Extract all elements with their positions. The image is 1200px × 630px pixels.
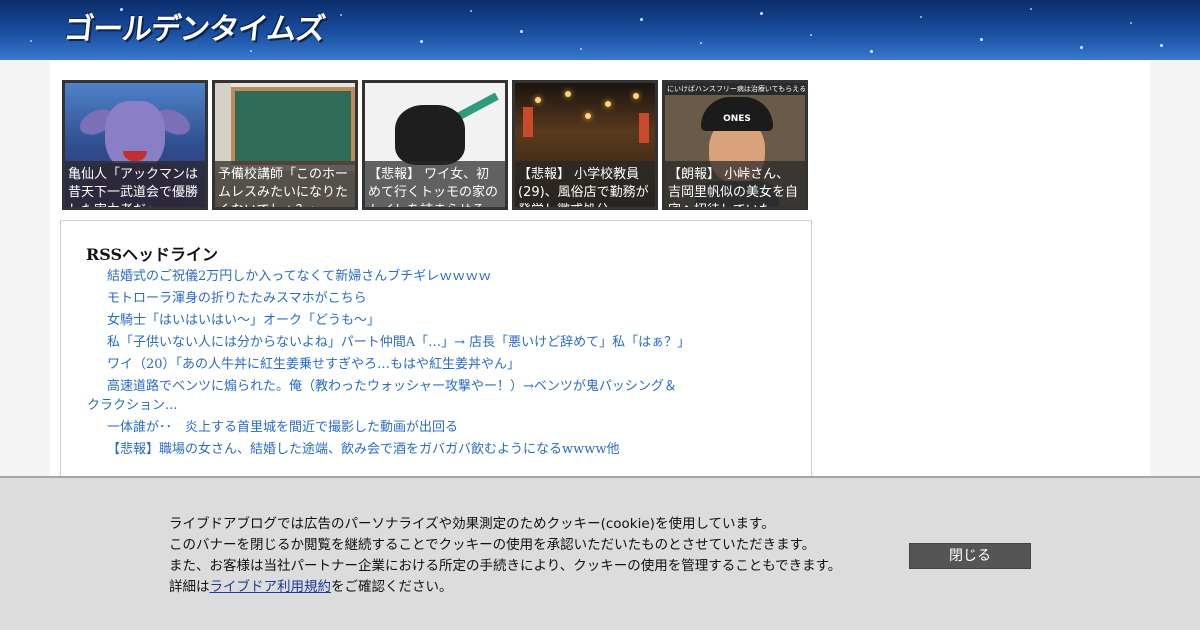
- rss-item-link[interactable]: 高速道路でベンツに煽られた。俺（教わったウォッシャー攻撃やー！）→ベンツが鬼パッ…: [87, 377, 687, 415]
- rss-title: RSSヘッドライン: [86, 245, 219, 264]
- rss-item-link[interactable]: 女騎士「はいはいはい～」オーク「どうも～」: [87, 311, 687, 330]
- site-header: ゴールデンタイムズ: [0, 0, 1200, 60]
- cookie-consent-banner: ライブドアブログでは広告のパーソナライズや効果測定のためクッキー(cookie)…: [0, 476, 1200, 630]
- thumbnail-article[interactable]: にいけばハンスフリー病は治療いてもらえる顔 ONES 【朗報】 小峠さん、吉岡里…: [662, 80, 808, 210]
- rss-item-link[interactable]: モトローラ渾身の折りたたみスマホがこちら: [87, 289, 687, 308]
- rss-item-link[interactable]: 一体誰が･･ 炎上する首里城を間近で撮影した動画が出回る: [87, 418, 687, 437]
- rss-item-link[interactable]: 私「子供いない人には分からないよね」パート仲間A「…」→ 店長「悪いけど辞めて」…: [87, 333, 690, 352]
- terms-link[interactable]: ライブドア利用規約: [210, 579, 332, 595]
- site-logo[interactable]: ゴールデンタイムズ: [62, 10, 327, 50]
- thumbnail-caption: 【悲報】 ワイ女、初めて行くトッモの家のトイレを詰まらせる: [365, 161, 505, 207]
- cookie-line-prefix: 詳細は: [169, 579, 210, 595]
- cookie-line: 詳細はライブドア利用規約をご確認ください。: [169, 577, 889, 598]
- cookie-line: このバナーを閉じるか閲覧を継続することでクッキーの使用を承認いただいたものとさせ…: [169, 537, 816, 553]
- cookie-line: また、お客様は当社パートナー企業における所定の手続きにより、クッキーの使用を管理…: [169, 558, 842, 574]
- thumbnail-article[interactable]: 予備校講師「このホームレスみたいになりたくないでしょ？」: [212, 80, 358, 210]
- cookie-line-suffix: をご確認ください。: [331, 579, 453, 595]
- thumbnail-article[interactable]: 【悲報】 小学校教員(29)、風俗店で勤務が発覚し懲戒処分: [512, 80, 658, 210]
- cookie-line: ライブドアブログでは広告のパーソナライズや効果測定のためクッキー(cookie)…: [169, 516, 775, 532]
- cap-text: ONES: [701, 97, 773, 131]
- thumbnail-caption: 【朗報】 小峠さん、吉岡里帆似の美女を自宅へ招待していた: [665, 161, 805, 207]
- rss-list: 結婚式のご祝儀2万円しか入ってなくて新婦さんブチギレｗｗｗｗ モトローラ渾身の折…: [87, 267, 690, 462]
- thumbnail-article[interactable]: 【悲報】 ワイ女、初めて行くトッモの家のトイレを詰まらせる: [362, 80, 508, 210]
- thumbnail-caption: 亀仙人「アックマンは昔天下一武道会で優勝した実力者だ」: [65, 161, 205, 207]
- thumbnail-banner-text: にいけばハンスフリー病は治療いてもらえる顔: [665, 83, 805, 95]
- rss-item-link[interactable]: ワイ（20）「あの人牛丼に紅生姜乗せすぎやろ…もはや紅生姜丼やん」: [87, 355, 687, 374]
- rss-item-link[interactable]: 結婚式のご祝儀2万円しか入ってなくて新婦さんブチギレｗｗｗｗ: [87, 267, 687, 286]
- thumbnail-caption: 予備校講師「このホームレスみたいになりたくないでしょ？」: [215, 161, 355, 207]
- rss-headline-box: RSSヘッドライン 結婚式のご祝儀2万円しか入ってなくて新婦さんブチギレｗｗｗｗ…: [60, 220, 812, 490]
- rss-item-link[interactable]: 【悲報】職場の女さん、結婚した途端、飲み会で酒をガバガバ飲むようになるwwww他: [87, 440, 687, 459]
- thumbnail-caption: 【悲報】 小学校教員(29)、風俗店で勤務が発覚し懲戒処分: [515, 161, 655, 207]
- thumbnail-article[interactable]: 亀仙人「アックマンは昔天下一武道会で優勝した実力者だ」: [62, 80, 208, 210]
- close-button[interactable]: 閉じる: [909, 543, 1031, 569]
- cookie-notice-text: ライブドアブログでは広告のパーソナライズや効果測定のためクッキー(cookie)…: [169, 514, 889, 598]
